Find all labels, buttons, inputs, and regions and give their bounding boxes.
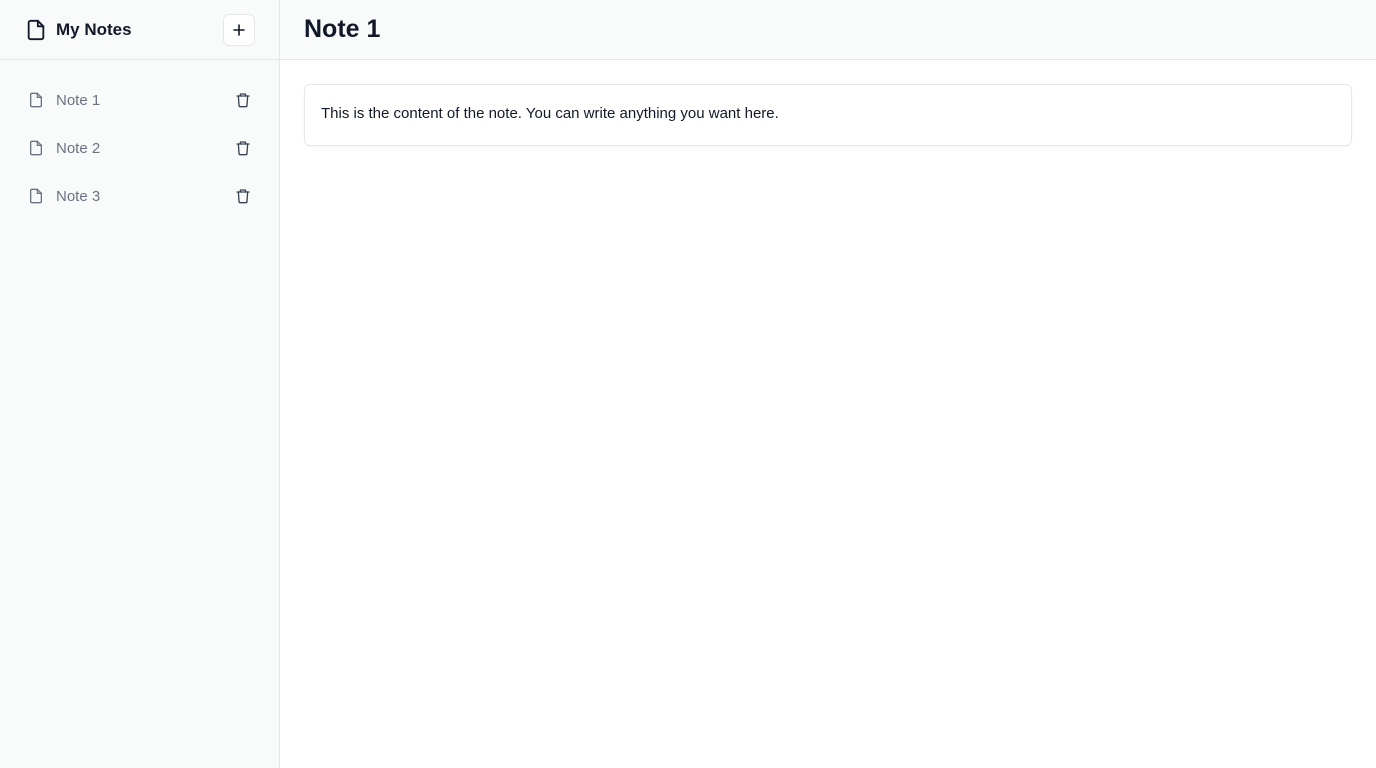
note-content[interactable]: This is the content of the note. You can… — [304, 84, 1352, 146]
trash-icon — [236, 141, 250, 156]
delete-note-button[interactable] — [233, 138, 253, 158]
note-item-label: Note 2 — [56, 139, 101, 157]
trash-icon — [236, 189, 250, 204]
sidebar: My Notes Note 1 Note 2 Note 3 — [0, 0, 280, 768]
notes-app: My Notes Note 1 Note 2 Note 3 Note 1 Thi… — [0, 0, 1376, 768]
note-content-area: This is the content of the note. You can… — [280, 60, 1376, 170]
note-item-label: Note 3 — [56, 187, 101, 205]
app-title: My Notes — [56, 19, 132, 39]
main-panel: Note 1 This is the content of the note. … — [280, 0, 1376, 768]
file-icon — [24, 18, 48, 42]
note-list-item[interactable]: Note 2 — [0, 124, 279, 172]
trash-icon — [236, 93, 250, 108]
note-list: Note 1 Note 2 Note 3 — [0, 60, 279, 220]
note-list-item[interactable]: Note 1 — [0, 76, 279, 124]
page-title: Note 1 — [304, 15, 381, 43]
note-list-item[interactable]: Note 3 — [0, 172, 279, 220]
sidebar-header: My Notes — [0, 0, 279, 60]
delete-note-button[interactable] — [233, 90, 253, 110]
add-note-button[interactable] — [223, 13, 255, 46]
main-header: Note 1 — [280, 0, 1376, 60]
file-icon — [28, 92, 44, 108]
delete-note-button[interactable] — [233, 186, 253, 206]
file-icon — [28, 140, 44, 156]
file-icon — [28, 188, 44, 204]
note-item-label: Note 1 — [56, 91, 101, 109]
plus-icon — [233, 23, 245, 36]
